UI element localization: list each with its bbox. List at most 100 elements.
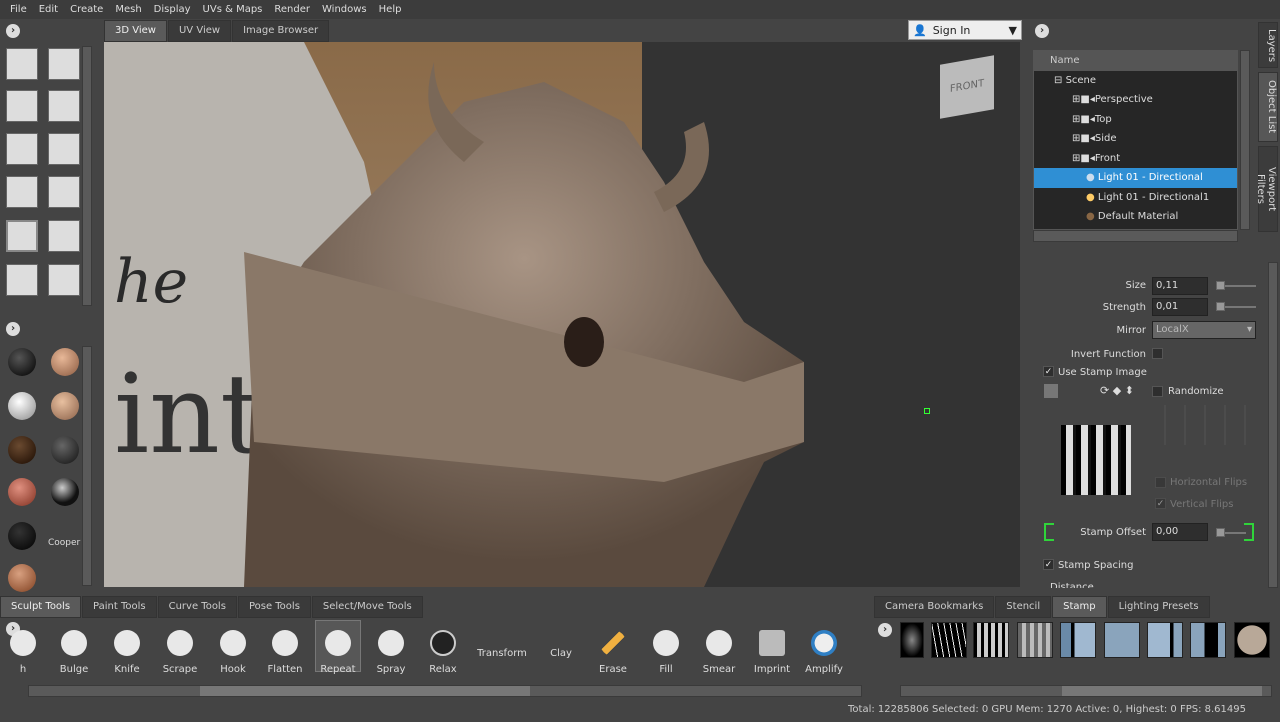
stamp-offset-bracket-right[interactable] <box>1244 523 1254 541</box>
stamp-offset-field[interactable]: 0,00 <box>1152 523 1208 541</box>
tab-curve-tools[interactable]: Curve Tools <box>157 596 237 618</box>
menu-help[interactable]: Help <box>379 4 402 15</box>
material-swatch[interactable] <box>8 348 36 376</box>
vertical-flips-checkbox[interactable]: ✓ <box>1155 498 1166 509</box>
falloff-thumb[interactable] <box>48 264 80 296</box>
menu-file[interactable]: File <box>10 4 27 15</box>
falloff-thumb[interactable] <box>48 176 80 208</box>
tool-relax[interactable]: Relax <box>418 630 468 675</box>
tool-imprint[interactable]: Imprint <box>747 630 797 675</box>
menu-windows[interactable]: Windows <box>322 4 367 15</box>
tree-item-default-material[interactable]: ● Default Material <box>1034 207 1237 227</box>
falloff-thumb[interactable] <box>48 220 80 252</box>
falloff-thumb-selected[interactable] <box>6 220 38 252</box>
tab-viewport-filters[interactable]: Viewport Filters <box>1255 146 1278 232</box>
tree-item-light-directional[interactable]: ● Light 01 - Directional <box>1034 168 1237 188</box>
tab-3d-view[interactable]: 3D View <box>104 20 167 42</box>
stamp-rotate-flip-icons[interactable]: ⟳ ◆ ⬍ <box>1100 384 1134 397</box>
tree-item-perspective[interactable]: ⊞ ■◂ Perspective <box>1034 90 1237 110</box>
falloff-thumb[interactable] <box>6 176 38 208</box>
material-swatch[interactable] <box>8 392 36 420</box>
stamp-offset-knob[interactable] <box>1216 528 1225 537</box>
menu-display[interactable]: Display <box>154 4 191 15</box>
tool-repeat[interactable]: Repeat <box>315 620 361 675</box>
tree-vertical-scrollbar[interactable] <box>1240 50 1250 230</box>
stamp-thumb[interactable] <box>1017 622 1053 658</box>
tool-hook[interactable]: Hook <box>208 630 258 675</box>
3d-viewport[interactable]: he inte FRONT <box>104 42 1020 587</box>
material-swatch[interactable] <box>51 392 79 420</box>
tool-erase[interactable]: Erase <box>588 630 638 675</box>
stamp-thumb[interactable] <box>1234 622 1270 658</box>
expand-arrow-icon[interactable]: › <box>6 322 20 336</box>
stamp-tray-scroll-thumb[interactable] <box>1062 686 1262 696</box>
tab-pose-tools[interactable]: Pose Tools <box>237 596 311 618</box>
falloff-thumb[interactable] <box>48 48 80 80</box>
menu-edit[interactable]: Edit <box>39 4 58 15</box>
expand-arrow-icon[interactable]: › <box>878 623 892 637</box>
properties-scrollbar[interactable] <box>1268 262 1278 588</box>
tab-object-list[interactable]: Object List <box>1258 72 1278 142</box>
tool-flatten[interactable]: Flatten <box>260 630 310 675</box>
falloff-thumb[interactable] <box>6 264 38 296</box>
falloff-thumb[interactable] <box>48 90 80 122</box>
stamp-thumb[interactable] <box>1060 622 1096 658</box>
material-swatch[interactable] <box>8 436 36 464</box>
randomize-checkbox[interactable] <box>1152 386 1163 397</box>
tab-uv-view[interactable]: UV View <box>167 20 232 42</box>
tool-clay[interactable]: Clay <box>536 648 586 659</box>
falloff-thumb[interactable] <box>6 90 38 122</box>
material-swatch[interactable] <box>51 348 79 376</box>
falloff-thumb[interactable] <box>6 48 38 80</box>
tree-item-side[interactable]: ⊞ ■◂ Side <box>1034 129 1237 149</box>
tool-spray[interactable]: Spray <box>366 630 416 675</box>
material-scrollbar[interactable] <box>82 346 92 586</box>
tab-lighting-presets[interactable]: Lighting Presets <box>1107 596 1210 618</box>
view-cube[interactable]: FRONT <box>940 55 994 119</box>
falloff-scrollbar[interactable] <box>82 46 92 306</box>
stamp-thumb[interactable] <box>1147 622 1183 658</box>
tool-bulge[interactable]: Bulge <box>49 630 99 675</box>
tab-sculpt-tools[interactable]: Sculpt Tools <box>0 596 82 618</box>
column-header-name[interactable]: Name <box>1034 51 1237 71</box>
expand-arrow-icon[interactable]: › <box>6 24 20 38</box>
tool-tray-scroll-thumb[interactable] <box>200 686 530 696</box>
horizontal-flips-checkbox[interactable] <box>1155 477 1166 488</box>
tab-stencil[interactable]: Stencil <box>995 596 1052 618</box>
sign-in-dropdown[interactable]: 👤 Sign In ▼ <box>908 20 1022 40</box>
stamp-offset-bracket-left[interactable] <box>1044 523 1054 541</box>
expand-arrow-icon[interactable]: › <box>1035 24 1049 38</box>
menu-create[interactable]: Create <box>70 4 103 15</box>
material-swatch[interactable] <box>51 478 79 506</box>
tree-item-top[interactable]: ⊞ ■◂ Top <box>1034 110 1237 130</box>
stamp-spacing-checkbox[interactable]: ✓ <box>1043 559 1054 570</box>
material-swatch[interactable] <box>51 436 79 464</box>
stamp-load-icon[interactable] <box>1044 384 1058 398</box>
stamp-thumb[interactable] <box>1104 622 1140 658</box>
tree-item-light-directional1[interactable]: ● Light 01 - Directional1 <box>1034 188 1237 208</box>
menu-uvs-maps[interactable]: UVs & Maps <box>203 4 263 15</box>
stamp-thumb[interactable] <box>900 622 924 658</box>
mirror-dropdown[interactable]: LocalX ▾ <box>1152 321 1256 339</box>
tab-select-move-tools[interactable]: Select/Move Tools <box>311 596 423 618</box>
tree-item-scene[interactable]: ⊟ Scene <box>1034 71 1237 91</box>
tab-camera-bookmarks[interactable]: Camera Bookmarks <box>874 596 995 618</box>
tool-partial[interactable]: h <box>10 630 36 675</box>
material-swatch[interactable] <box>8 564 36 592</box>
tab-image-browser[interactable]: Image Browser <box>232 20 330 42</box>
invert-function-checkbox[interactable] <box>1152 348 1163 359</box>
falloff-thumb[interactable] <box>48 133 80 165</box>
tool-scrape[interactable]: Scrape <box>155 630 205 675</box>
menu-mesh[interactable]: Mesh <box>115 4 141 15</box>
strength-field[interactable]: 0,01 <box>1152 298 1208 316</box>
stamp-thumb-selected[interactable] <box>973 622 1009 658</box>
tree-item-front[interactable]: ⊞ ■◂ Front <box>1034 149 1237 169</box>
falloff-thumb[interactable] <box>6 133 38 165</box>
size-slider-knob[interactable] <box>1216 281 1225 290</box>
tab-layers[interactable]: Layers <box>1258 22 1278 68</box>
menu-render[interactable]: Render <box>274 4 310 15</box>
tool-knife[interactable]: Knife <box>102 630 152 675</box>
strength-slider-knob[interactable] <box>1216 302 1225 311</box>
material-swatch[interactable] <box>8 478 36 506</box>
material-swatch[interactable] <box>8 522 36 550</box>
